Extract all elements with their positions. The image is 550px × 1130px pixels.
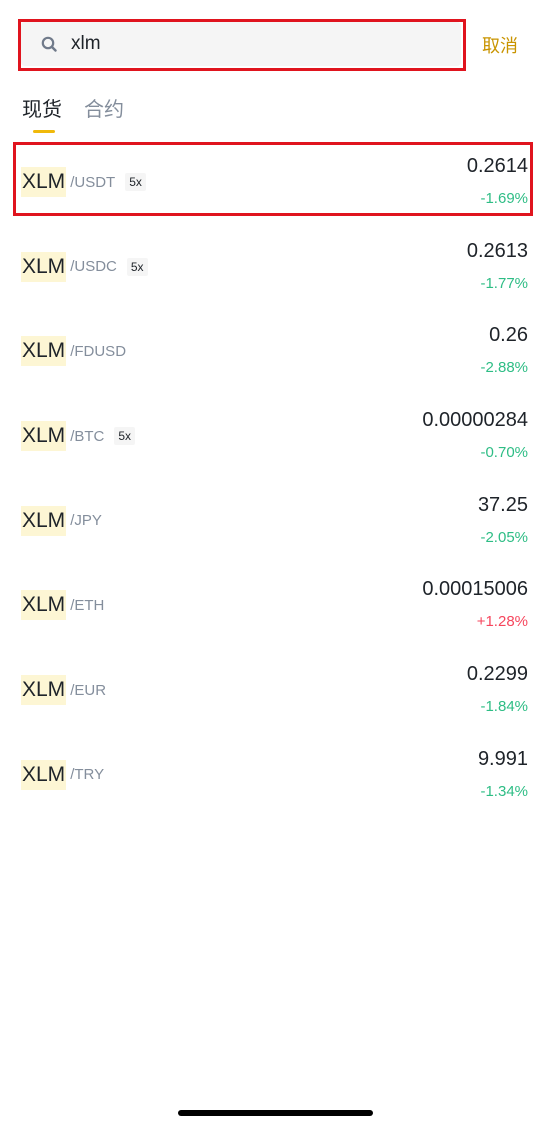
quote-asset: /TRY xyxy=(70,766,105,784)
pair-row[interactable]: XLM/TRY 9.991 -1.34% xyxy=(0,738,550,823)
base-asset: XLM xyxy=(21,336,67,367)
base-asset: XLM xyxy=(21,251,67,282)
quote-asset: /JPY xyxy=(70,512,102,530)
quote-asset: /FDUSD xyxy=(70,342,127,360)
pair-row[interactable]: XLM/EUR 0.2299 -1.84% xyxy=(0,653,550,738)
last-price: 37.25 xyxy=(477,493,528,516)
price-change-percent: -1.69% xyxy=(480,190,528,207)
leverage-badge: 5x xyxy=(125,173,146,191)
last-price: 9.991 xyxy=(477,747,528,770)
price-change-percent: -0.70% xyxy=(480,444,528,462)
pair-row[interactable]: XLM/USDC 5x 0.2613 -1.77% xyxy=(0,230,550,315)
pair-name: XLM/USDC 5x xyxy=(21,251,148,282)
price-change-percent: -1.34% xyxy=(480,782,528,800)
leverage-badge: 5x xyxy=(126,257,148,276)
quote-asset: /USDC xyxy=(70,258,117,276)
last-price: 0.26 xyxy=(489,324,528,347)
market-tabs: 现货 合约 xyxy=(22,93,124,122)
home-indicator xyxy=(178,1110,373,1116)
last-price: 0.2613 xyxy=(466,239,528,262)
price-change-percent: -2.05% xyxy=(480,528,528,546)
search-results-list: XLM/USDT 5x 0.2614 -1.69% XLM/USDC 5x 0.2613 -1… xyxy=(0,145,550,823)
quote-asset: /USDT xyxy=(70,173,116,191)
tab-spot[interactable]: 现货 xyxy=(22,93,62,122)
pair-row[interactable]: XLM/BTC 5x 0.00000284 -0.70% xyxy=(0,399,550,484)
tab-futures[interactable]: 合约 xyxy=(84,93,124,122)
search-icon xyxy=(41,36,57,52)
pair-row[interactable]: XLM/ETH 0.00015006 +1.28% xyxy=(0,568,550,653)
quote-asset: /ETH xyxy=(70,596,105,614)
price-change-percent: +1.28% xyxy=(476,613,528,631)
base-asset: XLM xyxy=(21,167,67,197)
pair-row[interactable]: XLM/FDUSD 0.26 -2.88% xyxy=(0,314,550,399)
pair-row[interactable]: XLM/JPY 37.25 -2.05% xyxy=(0,484,550,569)
pair-row[interactable]: XLM/USDT 5x 0.2614 -1.69% xyxy=(0,145,550,230)
price-change-percent: -1.77% xyxy=(480,274,528,292)
price-change-percent: -2.88% xyxy=(480,359,528,377)
base-asset: XLM xyxy=(21,421,67,452)
pair-name: XLM/EUR xyxy=(21,675,107,706)
price-change-percent: -1.84% xyxy=(480,698,528,716)
pair-name: XLM/FDUSD xyxy=(21,336,127,367)
base-asset: XLM xyxy=(21,675,67,706)
pair-name: XLM/ETH xyxy=(21,590,105,621)
pair-name: XLM/JPY xyxy=(21,505,102,536)
last-price: 0.2299 xyxy=(466,663,528,686)
cancel-button[interactable]: 取消 xyxy=(482,32,518,58)
pair-name: XLM/BTC 5x xyxy=(21,421,136,452)
leverage-badge: 5x xyxy=(114,427,136,446)
quote-asset: /EUR xyxy=(70,681,107,699)
quote-asset: /BTC xyxy=(70,427,105,445)
last-price: 0.2614 xyxy=(466,155,528,177)
pair-name: XLM/TRY xyxy=(21,759,105,790)
last-price: 0.00015006 xyxy=(422,578,528,601)
last-price: 0.00000284 xyxy=(422,409,528,432)
base-asset: XLM xyxy=(21,759,67,790)
active-tab-indicator xyxy=(33,130,55,133)
search-box[interactable] xyxy=(21,22,461,66)
base-asset: XLM xyxy=(21,590,67,621)
base-asset: XLM xyxy=(21,505,67,536)
pair-name: XLM/USDT 5x xyxy=(21,167,146,197)
search-input[interactable] xyxy=(71,28,441,60)
